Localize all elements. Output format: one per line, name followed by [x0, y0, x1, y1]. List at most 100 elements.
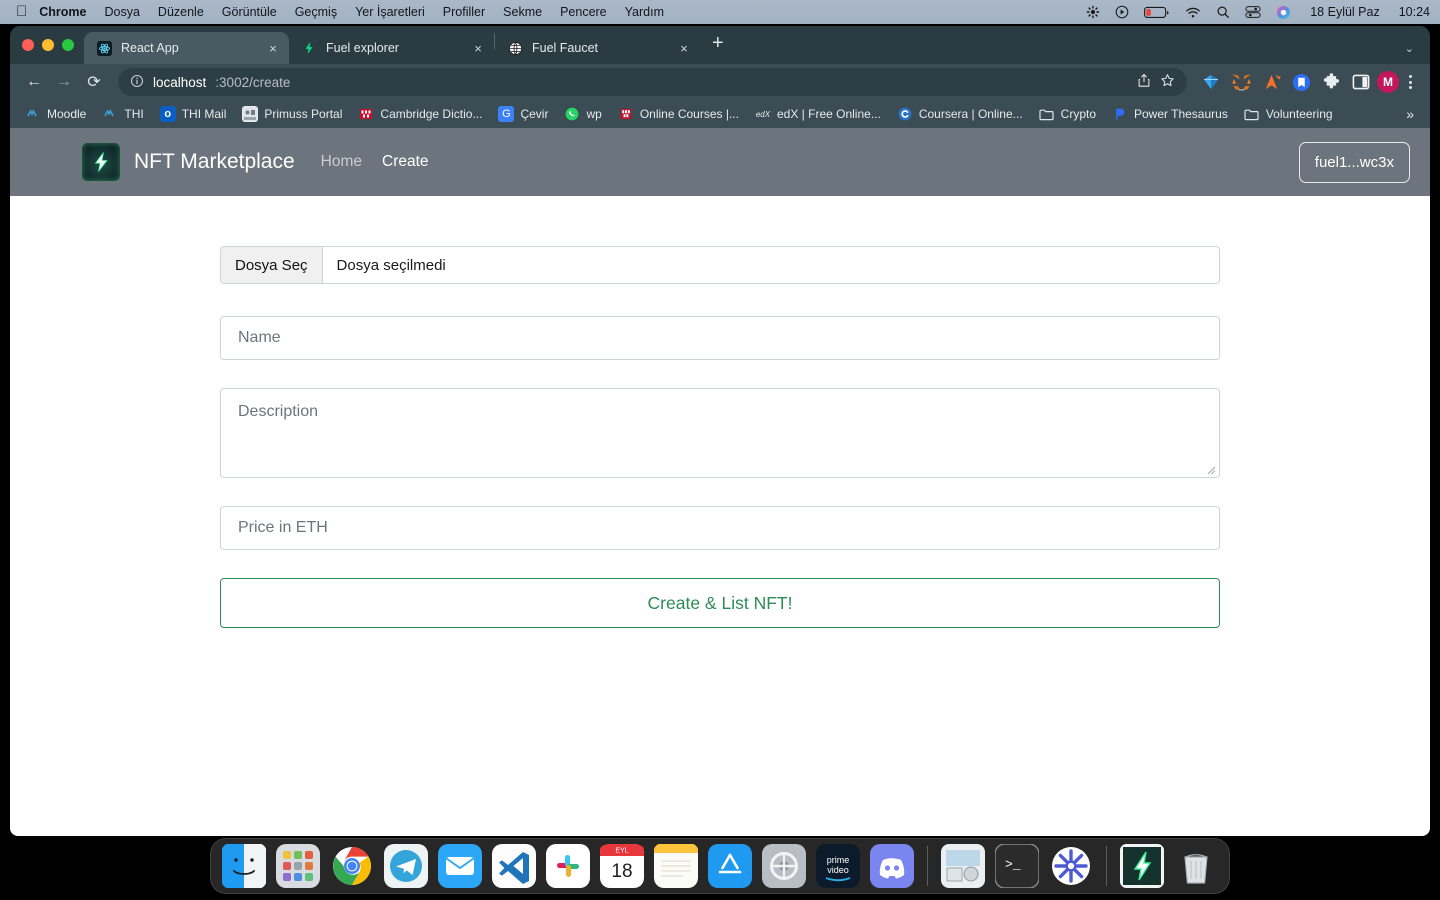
menu-bar-date[interactable]: 18 Eylül Paz: [1310, 5, 1379, 19]
menu-item-yer-isaretleri[interactable]: Yer İşaretleri: [355, 5, 425, 19]
bookmark-folder-crypto[interactable]: Crypto: [1032, 103, 1103, 125]
dock-item-discord[interactable]: [869, 843, 915, 889]
bookmark-coursera[interactable]: Coursera | Online...: [890, 103, 1030, 125]
bookmarks-overflow-button[interactable]: »: [1398, 106, 1422, 122]
name-placeholder: Name: [238, 329, 281, 346]
bookmark-moodle[interactable]: Moodle: [18, 103, 93, 125]
address-bar[interactable]: localhost:3002/create: [118, 68, 1187, 96]
metamask-icon[interactable]: [1228, 69, 1254, 95]
menu-item-chrome[interactable]: Chrome: [39, 5, 86, 19]
battery-icon[interactable]: [1144, 6, 1170, 19]
globe-icon: [507, 40, 523, 56]
close-tab-button[interactable]: ×: [676, 41, 692, 56]
bookmark-label: Coursera | Online...: [918, 107, 1023, 121]
maximize-window-button[interactable]: [62, 39, 74, 51]
dock-item-sunburst-app[interactable]: [1048, 843, 1094, 889]
minimize-window-button[interactable]: [42, 39, 54, 51]
share-icon[interactable]: [1137, 73, 1151, 91]
menu-item-goruntule[interactable]: Görüntüle: [222, 5, 277, 19]
dock-item-trash[interactable]: [1173, 843, 1219, 889]
dock-item-vscode[interactable]: [491, 843, 537, 889]
dock-item-system-settings[interactable]: [761, 843, 807, 889]
menu-item-profiller[interactable]: Profiller: [443, 5, 485, 19]
dock-item-preview[interactable]: [940, 843, 986, 889]
close-window-button[interactable]: [22, 39, 34, 51]
menu-item-pencere[interactable]: Pencere: [560, 5, 607, 19]
kebab-menu-icon[interactable]: [1401, 75, 1420, 89]
wallet-address-button[interactable]: fuel1...wc3x: [1298, 141, 1410, 183]
nav-link-create[interactable]: Create: [382, 153, 429, 171]
menu-item-duzenle[interactable]: Düzenle: [158, 5, 204, 19]
back-button[interactable]: ←: [20, 68, 48, 96]
fuel-bolt-icon: [301, 40, 317, 56]
description-textarea[interactable]: Description: [220, 388, 1220, 478]
menu-item-sekme[interactable]: Sekme: [503, 5, 542, 19]
bookmark-cambridge-dictionary[interactable]: Cambridge Dictio...: [351, 103, 489, 125]
folder-icon: [1244, 106, 1260, 122]
search-icon[interactable]: [1216, 5, 1230, 19]
bookmark-thi[interactable]: THI: [95, 103, 150, 125]
tab-react-app[interactable]: React App ×: [84, 32, 289, 64]
tab-fuel-faucet[interactable]: Fuel Faucet ×: [495, 32, 700, 64]
bookmark-label: edX | Free Online...: [776, 107, 881, 121]
bookmark-edx[interactable]: edX edX | Free Online...: [748, 103, 888, 125]
bookmark-thi-mail[interactable]: o THI Mail: [153, 103, 234, 125]
bookmark-primuss-portal[interactable]: Primuss Portal: [235, 103, 349, 125]
dock-item-chrome[interactable]: [329, 843, 375, 889]
menu-bar-time[interactable]: 10:24: [1399, 5, 1430, 19]
dock-separator: [927, 846, 928, 886]
new-tab-button[interactable]: +: [700, 32, 734, 59]
dock-item-slack[interactable]: [545, 843, 591, 889]
menu-item-yardim[interactable]: Yardım: [625, 5, 664, 19]
puzzle-icon[interactable]: [1318, 69, 1344, 95]
svg-text:18: 18: [611, 861, 632, 882]
file-upload-field[interactable]: Dosya Seç Dosya seçilmedi: [220, 246, 1220, 284]
tab-search-chevron-down-icon[interactable]: ⌄: [1405, 42, 1414, 55]
profile-avatar[interactable]: M: [1377, 71, 1399, 93]
create-and-list-nft-button[interactable]: Create & List NFT!: [220, 578, 1220, 628]
bookmark-wp[interactable]: wp: [557, 103, 608, 125]
dock-item-app-store[interactable]: [707, 843, 753, 889]
flower-icon[interactable]: [1086, 5, 1100, 19]
fuel-wallet-icon[interactable]: [1198, 69, 1224, 95]
dock-item-mail[interactable]: [437, 843, 483, 889]
phantom-icon[interactable]: [1258, 69, 1284, 95]
resize-handle[interactable]: [1204, 462, 1216, 475]
cambridge-icon: [358, 106, 374, 122]
forward-button[interactable]: →: [50, 68, 78, 96]
nav-link-home[interactable]: Home: [321, 153, 362, 171]
bookmark-cevir[interactable]: G Çevir: [491, 103, 555, 125]
siri-icon[interactable]: [1276, 5, 1291, 20]
apple-icon[interactable]: : [16, 3, 27, 20]
lightning-bolt-logo[interactable]: [82, 143, 120, 181]
bookmark-online-courses[interactable]: Online Courses |...: [611, 103, 746, 125]
bookmark-power-thesaurus[interactable]: Power Thesaurus: [1105, 103, 1235, 125]
bookmark-folder-volunteering[interactable]: Volunteering: [1237, 103, 1340, 125]
pocket-icon[interactable]: [1288, 69, 1314, 95]
close-tab-button[interactable]: ×: [265, 41, 281, 56]
dock-item-finder[interactable]: [221, 843, 267, 889]
dock-item-fuel-app[interactable]: [1119, 843, 1165, 889]
window-traffic-lights: [18, 26, 84, 64]
menu-item-dosya[interactable]: Dosya: [104, 5, 139, 19]
dock-item-terminal[interactable]: >_: [994, 843, 1040, 889]
wifi-icon[interactable]: [1185, 6, 1201, 19]
close-tab-button[interactable]: ×: [470, 41, 486, 56]
choose-file-button[interactable]: Dosya Seç: [221, 247, 323, 283]
dock-item-calendar[interactable]: EYL 18: [599, 843, 645, 889]
side-panel-icon[interactable]: [1348, 69, 1374, 95]
price-input[interactable]: Price in ETH: [220, 506, 1220, 550]
control-center-icon[interactable]: [1245, 5, 1261, 19]
dock-item-notes[interactable]: [653, 843, 699, 889]
power-thesaurus-icon: [1112, 106, 1128, 122]
reload-button[interactable]: ⟳: [80, 68, 108, 96]
tab-fuel-explorer[interactable]: Fuel explorer ×: [289, 32, 494, 64]
dock-item-launchpad[interactable]: [275, 843, 321, 889]
star-icon[interactable]: [1160, 73, 1175, 91]
info-circle-icon[interactable]: [130, 74, 144, 91]
menu-item-gecmis[interactable]: Geçmiş: [295, 5, 337, 19]
name-input[interactable]: Name: [220, 316, 1220, 360]
dock-item-telegram[interactable]: [383, 843, 429, 889]
dock-item-prime-video[interactable]: prime video: [815, 843, 861, 889]
play-circle-icon[interactable]: [1115, 5, 1129, 19]
